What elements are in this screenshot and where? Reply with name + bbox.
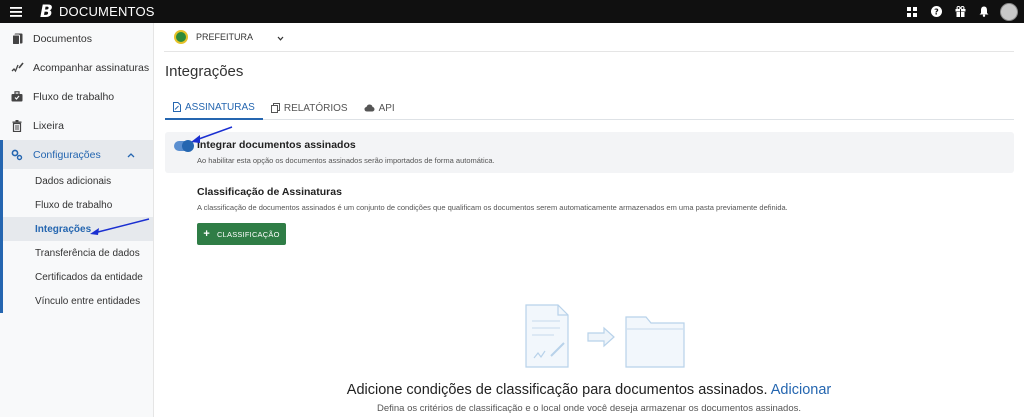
- signature-doc-icon: [173, 102, 181, 112]
- trash-icon: [10, 119, 24, 133]
- sidebar-subitem-transferencia-de-dados[interactable]: Transferência de dados: [3, 241, 153, 265]
- gear-icon: [10, 148, 24, 162]
- tab-api[interactable]: API: [356, 96, 403, 120]
- plus-icon: +: [203, 228, 210, 240]
- document-icon: [10, 32, 24, 46]
- sidebar-item-configuracoes[interactable]: Configurações: [0, 140, 153, 169]
- sidebar-item-label: Lixeira: [33, 119, 64, 132]
- settings-submenu: Dados adicionais Fluxo de trabalho Integ…: [0, 169, 153, 313]
- tab-label: API: [378, 102, 395, 114]
- sidebar-item-fluxo-de-trabalho[interactable]: Fluxo de trabalho: [0, 82, 153, 111]
- brand-logo: B: [40, 1, 53, 22]
- bell-icon[interactable]: [972, 0, 996, 23]
- classification-title: Classificação de Assinaturas: [197, 186, 342, 198]
- sidebar-subitem-fluxo-de-trabalho[interactable]: Fluxo de trabalho: [3, 193, 153, 217]
- copy-icon: [270, 103, 280, 113]
- tab-label: ASSINATURAS: [185, 101, 255, 113]
- tab-label: RELATÓRIOS: [283, 102, 348, 114]
- page-title: Integrações: [165, 63, 244, 80]
- tab-relatorios[interactable]: RELATÓRIOS: [263, 96, 356, 120]
- org-selector[interactable]: PREFEITURA: [164, 23, 1014, 52]
- sidebar-subitem-certificados-da-entidade[interactable]: Certificados da entidade: [3, 265, 153, 289]
- integrate-title: Integrar documentos assinados: [197, 139, 356, 151]
- svg-text:?: ?: [934, 8, 939, 17]
- chevron-up-icon: [127, 149, 135, 161]
- avatar[interactable]: [1000, 2, 1018, 21]
- org-emblem-icon: [174, 30, 188, 44]
- sidebar-subitem-integracoes[interactable]: Integrações: [3, 217, 153, 241]
- button-label: CLASSIFICAÇÃO: [217, 229, 280, 239]
- toggle-knob: [182, 140, 194, 152]
- sidebar: Documentos Acompanhar assinaturas Fluxo …: [0, 23, 154, 417]
- sidebar-item-label: Documentos: [33, 32, 92, 45]
- sidebar-subitem-dados-adicionais[interactable]: Dados adicionais: [3, 169, 153, 193]
- add-classification-button[interactable]: + CLASSIFICAÇÃO: [197, 223, 286, 245]
- integrate-description: Ao habilitar esta opção os documentos as…: [197, 156, 495, 165]
- tab-assinaturas[interactable]: ASSINATURAS: [165, 96, 263, 120]
- integrate-toggle[interactable]: [174, 140, 194, 152]
- classification-description: A classificação de documentos assinados …: [197, 203, 788, 212]
- empty-state-text: Adicione condições de classificação para…: [346, 382, 768, 398]
- empty-state-title: Adicione condições de classificação para…: [154, 382, 1024, 398]
- briefcase-icon: [10, 90, 24, 104]
- empty-state-description: Defina os critérios de classificação e o…: [376, 403, 802, 414]
- main-content: PREFEITURA Integrações ASSINATURAS RELAT…: [154, 23, 1024, 417]
- menu-icon[interactable]: [0, 0, 32, 23]
- sidebar-item-documentos[interactable]: Documentos: [0, 24, 153, 53]
- top-bar: B DOCUMENTOS ?: [0, 0, 1024, 23]
- sidebar-item-label: Configurações: [33, 148, 101, 161]
- sidebar-item-acompanhar-assinaturas[interactable]: Acompanhar assinaturas: [0, 53, 153, 82]
- sidebar-item-label: Acompanhar assinaturas: [33, 61, 150, 74]
- grid-icon[interactable]: [900, 0, 924, 23]
- tabs: ASSINATURAS RELATÓRIOS API: [165, 96, 1014, 120]
- org-name: PREFEITURA: [196, 32, 254, 42]
- add-link[interactable]: Adicionar: [771, 382, 831, 398]
- signature-icon: [10, 61, 24, 75]
- integrate-section: Integrar documentos assinados Ao habilit…: [165, 132, 1014, 173]
- sidebar-item-label: Fluxo de trabalho: [33, 90, 115, 103]
- top-actions: ?: [900, 0, 1024, 23]
- gift-icon[interactable]: [948, 0, 972, 23]
- help-icon[interactable]: ?: [924, 0, 948, 23]
- chevron-down-icon[interactable]: [277, 28, 284, 46]
- cloud-icon: [364, 104, 375, 112]
- sidebar-item-lixeira[interactable]: Lixeira: [0, 111, 153, 140]
- empty-state-illustration: [525, 304, 685, 368]
- app-name: DOCUMENTOS: [58, 4, 155, 19]
- brand[interactable]: B DOCUMENTOS: [40, 2, 155, 22]
- sidebar-subitem-vinculo-entre-entidades[interactable]: Vínculo entre entidades: [3, 289, 153, 313]
